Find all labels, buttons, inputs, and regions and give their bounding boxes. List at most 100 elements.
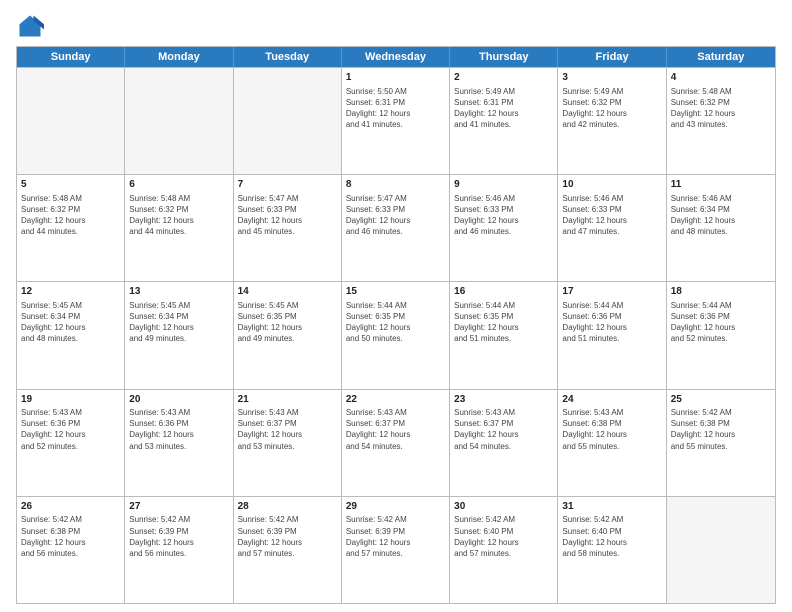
cell-info-12: Sunrise: 5:45 AM Sunset: 6:34 PM Dayligh…: [21, 300, 120, 345]
cell-info-30: Sunrise: 5:42 AM Sunset: 6:40 PM Dayligh…: [454, 514, 553, 559]
calendar-cell-5: 5Sunrise: 5:48 AM Sunset: 6:32 PM Daylig…: [17, 175, 125, 281]
cell-info-8: Sunrise: 5:47 AM Sunset: 6:33 PM Dayligh…: [346, 193, 445, 238]
day-number-9: 9: [454, 178, 553, 192]
calendar-cell-20: 20Sunrise: 5:43 AM Sunset: 6:36 PM Dayli…: [125, 390, 233, 496]
header-day-sunday: Sunday: [17, 47, 125, 67]
header-day-wednesday: Wednesday: [342, 47, 450, 67]
calendar-cell-10: 10Sunrise: 5:46 AM Sunset: 6:33 PM Dayli…: [558, 175, 666, 281]
day-number-6: 6: [129, 178, 228, 192]
calendar-cell-17: 17Sunrise: 5:44 AM Sunset: 6:36 PM Dayli…: [558, 282, 666, 388]
header-day-friday: Friday: [558, 47, 666, 67]
day-number-28: 28: [238, 500, 337, 514]
cell-info-29: Sunrise: 5:42 AM Sunset: 6:39 PM Dayligh…: [346, 514, 445, 559]
cell-info-7: Sunrise: 5:47 AM Sunset: 6:33 PM Dayligh…: [238, 193, 337, 238]
day-number-21: 21: [238, 393, 337, 407]
header-day-monday: Monday: [125, 47, 233, 67]
header: [16, 12, 776, 40]
calendar-cell-28: 28Sunrise: 5:42 AM Sunset: 6:39 PM Dayli…: [234, 497, 342, 603]
header-day-tuesday: Tuesday: [234, 47, 342, 67]
calendar-cell-7: 7Sunrise: 5:47 AM Sunset: 6:33 PM Daylig…: [234, 175, 342, 281]
calendar-row-2: 5Sunrise: 5:48 AM Sunset: 6:32 PM Daylig…: [17, 174, 775, 281]
day-number-7: 7: [238, 178, 337, 192]
day-number-20: 20: [129, 393, 228, 407]
calendar-cell-22: 22Sunrise: 5:43 AM Sunset: 6:37 PM Dayli…: [342, 390, 450, 496]
calendar-body: 1Sunrise: 5:50 AM Sunset: 6:31 PM Daylig…: [17, 67, 775, 603]
day-number-15: 15: [346, 285, 445, 299]
calendar-cell-30: 30Sunrise: 5:42 AM Sunset: 6:40 PM Dayli…: [450, 497, 558, 603]
cell-info-19: Sunrise: 5:43 AM Sunset: 6:36 PM Dayligh…: [21, 407, 120, 452]
cell-info-31: Sunrise: 5:42 AM Sunset: 6:40 PM Dayligh…: [562, 514, 661, 559]
day-number-18: 18: [671, 285, 771, 299]
cell-info-13: Sunrise: 5:45 AM Sunset: 6:34 PM Dayligh…: [129, 300, 228, 345]
logo: [16, 12, 48, 40]
day-number-8: 8: [346, 178, 445, 192]
calendar: SundayMondayTuesdayWednesdayThursdayFrid…: [16, 46, 776, 604]
calendar-row-5: 26Sunrise: 5:42 AM Sunset: 6:38 PM Dayli…: [17, 496, 775, 603]
calendar-cell-6: 6Sunrise: 5:48 AM Sunset: 6:32 PM Daylig…: [125, 175, 233, 281]
cell-info-21: Sunrise: 5:43 AM Sunset: 6:37 PM Dayligh…: [238, 407, 337, 452]
cell-info-6: Sunrise: 5:48 AM Sunset: 6:32 PM Dayligh…: [129, 193, 228, 238]
cell-info-15: Sunrise: 5:44 AM Sunset: 6:35 PM Dayligh…: [346, 300, 445, 345]
calendar-cell-11: 11Sunrise: 5:46 AM Sunset: 6:34 PM Dayli…: [667, 175, 775, 281]
calendar-cell-23: 23Sunrise: 5:43 AM Sunset: 6:37 PM Dayli…: [450, 390, 558, 496]
day-number-17: 17: [562, 285, 661, 299]
day-number-11: 11: [671, 178, 771, 192]
calendar-cell-24: 24Sunrise: 5:43 AM Sunset: 6:38 PM Dayli…: [558, 390, 666, 496]
cell-info-1: Sunrise: 5:50 AM Sunset: 6:31 PM Dayligh…: [346, 86, 445, 131]
calendar-cell-empty: [234, 68, 342, 174]
calendar-cell-3: 3Sunrise: 5:49 AM Sunset: 6:32 PM Daylig…: [558, 68, 666, 174]
day-number-16: 16: [454, 285, 553, 299]
header-day-saturday: Saturday: [667, 47, 775, 67]
calendar-cell-empty: [667, 497, 775, 603]
cell-info-17: Sunrise: 5:44 AM Sunset: 6:36 PM Dayligh…: [562, 300, 661, 345]
calendar-cell-13: 13Sunrise: 5:45 AM Sunset: 6:34 PM Dayli…: [125, 282, 233, 388]
calendar-row-3: 12Sunrise: 5:45 AM Sunset: 6:34 PM Dayli…: [17, 281, 775, 388]
calendar-cell-12: 12Sunrise: 5:45 AM Sunset: 6:34 PM Dayli…: [17, 282, 125, 388]
cell-info-9: Sunrise: 5:46 AM Sunset: 6:33 PM Dayligh…: [454, 193, 553, 238]
logo-icon: [16, 12, 44, 40]
cell-info-26: Sunrise: 5:42 AM Sunset: 6:38 PM Dayligh…: [21, 514, 120, 559]
header-day-thursday: Thursday: [450, 47, 558, 67]
calendar-cell-empty: [17, 68, 125, 174]
calendar-cell-21: 21Sunrise: 5:43 AM Sunset: 6:37 PM Dayli…: [234, 390, 342, 496]
calendar-header: SundayMondayTuesdayWednesdayThursdayFrid…: [17, 47, 775, 67]
calendar-cell-31: 31Sunrise: 5:42 AM Sunset: 6:40 PM Dayli…: [558, 497, 666, 603]
day-number-10: 10: [562, 178, 661, 192]
calendar-cell-14: 14Sunrise: 5:45 AM Sunset: 6:35 PM Dayli…: [234, 282, 342, 388]
day-number-25: 25: [671, 393, 771, 407]
calendar-cell-9: 9Sunrise: 5:46 AM Sunset: 6:33 PM Daylig…: [450, 175, 558, 281]
cell-info-5: Sunrise: 5:48 AM Sunset: 6:32 PM Dayligh…: [21, 193, 120, 238]
day-number-2: 2: [454, 71, 553, 85]
calendar-row-4: 19Sunrise: 5:43 AM Sunset: 6:36 PM Dayli…: [17, 389, 775, 496]
calendar-cell-25: 25Sunrise: 5:42 AM Sunset: 6:38 PM Dayli…: [667, 390, 775, 496]
cell-info-18: Sunrise: 5:44 AM Sunset: 6:36 PM Dayligh…: [671, 300, 771, 345]
calendar-cell-1: 1Sunrise: 5:50 AM Sunset: 6:31 PM Daylig…: [342, 68, 450, 174]
day-number-3: 3: [562, 71, 661, 85]
calendar-cell-19: 19Sunrise: 5:43 AM Sunset: 6:36 PM Dayli…: [17, 390, 125, 496]
cell-info-24: Sunrise: 5:43 AM Sunset: 6:38 PM Dayligh…: [562, 407, 661, 452]
calendar-cell-26: 26Sunrise: 5:42 AM Sunset: 6:38 PM Dayli…: [17, 497, 125, 603]
calendar-cell-8: 8Sunrise: 5:47 AM Sunset: 6:33 PM Daylig…: [342, 175, 450, 281]
cell-info-27: Sunrise: 5:42 AM Sunset: 6:39 PM Dayligh…: [129, 514, 228, 559]
cell-info-22: Sunrise: 5:43 AM Sunset: 6:37 PM Dayligh…: [346, 407, 445, 452]
cell-info-28: Sunrise: 5:42 AM Sunset: 6:39 PM Dayligh…: [238, 514, 337, 559]
calendar-cell-2: 2Sunrise: 5:49 AM Sunset: 6:31 PM Daylig…: [450, 68, 558, 174]
cell-info-14: Sunrise: 5:45 AM Sunset: 6:35 PM Dayligh…: [238, 300, 337, 345]
day-number-5: 5: [21, 178, 120, 192]
calendar-row-1: 1Sunrise: 5:50 AM Sunset: 6:31 PM Daylig…: [17, 67, 775, 174]
day-number-19: 19: [21, 393, 120, 407]
day-number-12: 12: [21, 285, 120, 299]
day-number-29: 29: [346, 500, 445, 514]
day-number-4: 4: [671, 71, 771, 85]
day-number-31: 31: [562, 500, 661, 514]
day-number-1: 1: [346, 71, 445, 85]
day-number-27: 27: [129, 500, 228, 514]
calendar-cell-27: 27Sunrise: 5:42 AM Sunset: 6:39 PM Dayli…: [125, 497, 233, 603]
day-number-26: 26: [21, 500, 120, 514]
calendar-cell-empty: [125, 68, 233, 174]
cell-info-2: Sunrise: 5:49 AM Sunset: 6:31 PM Dayligh…: [454, 86, 553, 131]
cell-info-10: Sunrise: 5:46 AM Sunset: 6:33 PM Dayligh…: [562, 193, 661, 238]
day-number-13: 13: [129, 285, 228, 299]
day-number-22: 22: [346, 393, 445, 407]
day-number-30: 30: [454, 500, 553, 514]
